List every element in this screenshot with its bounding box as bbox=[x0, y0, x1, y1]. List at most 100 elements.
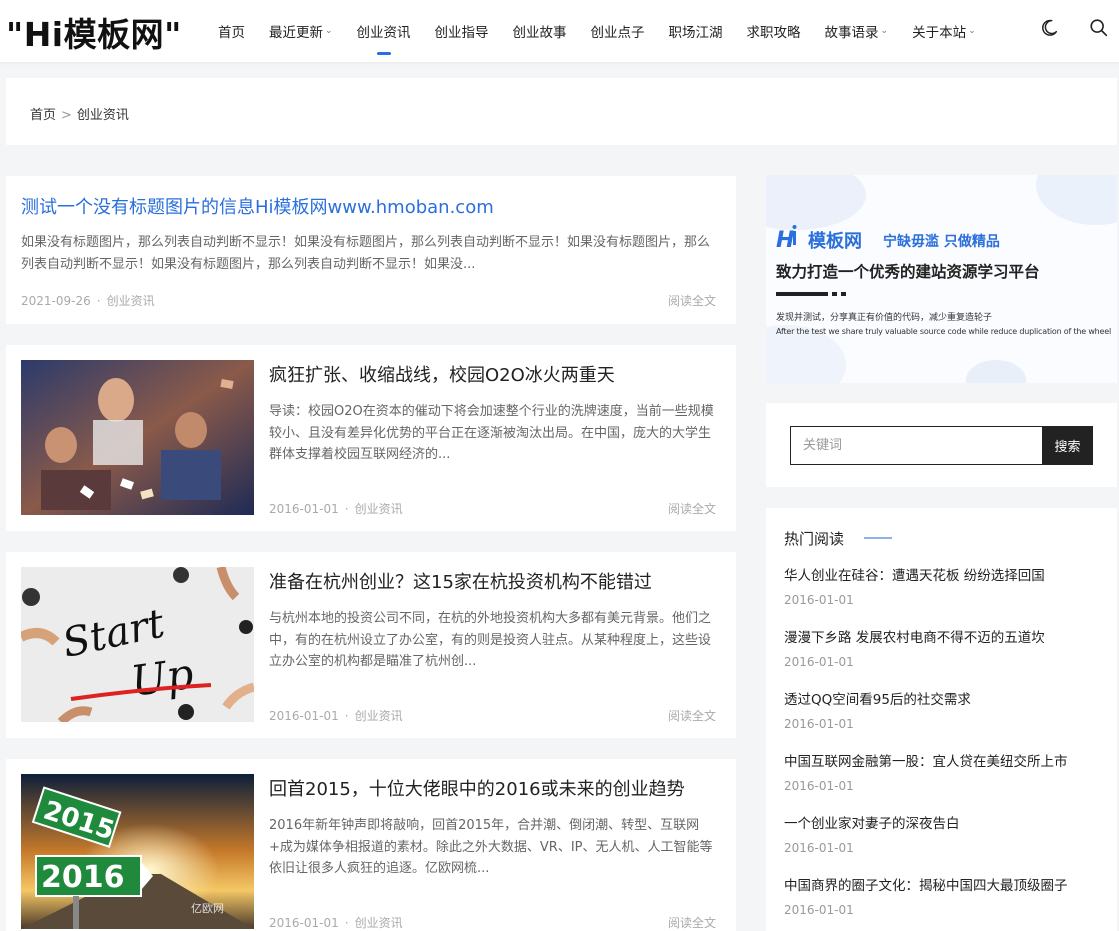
breadcrumb-current[interactable]: 创业资讯 bbox=[77, 108, 129, 123]
hot-read-date: 2016-01-01 bbox=[784, 655, 854, 669]
article-meta: 2016-01-01 · 创业资讯 bbox=[269, 707, 403, 724]
article-title[interactable]: 疯狂扩张、收缩战线，校园O2O冰火两重天 bbox=[269, 361, 615, 387]
hot-read-date: 2016-01-01 bbox=[784, 717, 854, 731]
article-category[interactable]: 创业资讯 bbox=[355, 916, 403, 930]
moon-icon[interactable] bbox=[1038, 17, 1060, 39]
banner-headline: 致力打造一个优秀的建站资源学习平台 bbox=[776, 263, 1040, 281]
article-card: 疯狂扩张、收缩战线，校园O2O冰火两重天 导读：校园O2O在资本的催动下将会加速… bbox=[6, 345, 736, 531]
article-excerpt: 2016年新年钟声即将敲响，回首2015年，合并潮、倒闭潮、转型、互联网+成为媒… bbox=[269, 818, 713, 876]
svg-text:H: H bbox=[776, 228, 794, 253]
nav-item-startup-news[interactable]: 创业资讯 bbox=[356, 21, 411, 55]
nav-item-quotes[interactable]: 故事语录 ⌄ bbox=[825, 21, 889, 41]
nav-label: 创业资讯 bbox=[356, 25, 411, 41]
article-title[interactable]: 回首2015，十位大佬眼中的2016或未来的创业趋势 bbox=[269, 775, 685, 801]
hot-read-date: 2016-01-01 bbox=[784, 779, 854, 793]
title-underline bbox=[864, 537, 892, 539]
hot-read-title[interactable]: 中国互联网金融第一股：宜人贷在美纽交所上市 bbox=[784, 750, 1068, 770]
hot-read-title[interactable]: 透过QQ空间看95后的社交需求 bbox=[784, 688, 971, 708]
nav-item-job-tips[interactable]: 求职攻略 bbox=[747, 21, 801, 41]
search-button[interactable]: 搜索 bbox=[1042, 426, 1093, 465]
article-date: 2016-01-01 bbox=[269, 916, 339, 930]
hot-read-item: 华人创业在硅谷：遭遇天花板 纷纷选择回国 2016-01-01 bbox=[784, 564, 1045, 607]
article-card: 测试一个没有标题图片的信息Hi模板网www.hmoban.com 如果没有标题图… bbox=[6, 176, 736, 324]
hot-reads-title: 热门阅读 bbox=[784, 530, 845, 548]
nav-label: 创业点子 bbox=[590, 25, 645, 41]
hot-read-item: 漫漫下乡路 发展农村电商不得不迈的五道坎 2016-01-01 bbox=[784, 626, 1045, 669]
chevron-down-icon: ⌄ bbox=[325, 26, 333, 36]
hot-read-title[interactable]: 中国商界的圈子文化：揭秘中国四大最顶级圈子 bbox=[784, 874, 1068, 894]
read-more-link[interactable]: 阅读全文 bbox=[668, 707, 716, 724]
chevron-down-icon: ⌄ bbox=[968, 26, 976, 36]
search-input[interactable] bbox=[790, 426, 1042, 465]
hot-read-title[interactable]: 华人创业在硅谷：遭遇天花板 纷纷选择回国 bbox=[784, 564, 1045, 584]
nav-label: 故事语录 bbox=[824, 25, 879, 41]
chevron-down-icon: ⌄ bbox=[880, 26, 889, 36]
article-card: 2015 2016 亿欧网 回首2015，十位大佬眼中的2016或未来的创业趋势… bbox=[6, 759, 736, 931]
meta-dot: · bbox=[96, 294, 101, 308]
hot-read-date: 2016-01-01 bbox=[784, 593, 854, 607]
nav-item-home[interactable]: 首页 bbox=[218, 21, 245, 41]
meta-dot: · bbox=[344, 916, 349, 930]
breadcrumb-separator: > bbox=[61, 108, 72, 123]
read-more-link[interactable]: 阅读全文 bbox=[668, 500, 716, 517]
nav-item-startup-guide[interactable]: 创业指导 bbox=[435, 21, 489, 41]
nav-label: 关于本站 bbox=[912, 25, 967, 41]
nav-item-startup-ideas[interactable]: 创业点子 bbox=[591, 21, 645, 41]
search-icon[interactable] bbox=[1088, 17, 1110, 39]
thumbnail-text-2016: 2016 bbox=[41, 860, 125, 895]
promo-banner[interactable]: H 模板网 宁缺毋滥 只做精品 致力打造一个优秀的建站资源学习平台 发现并测试，… bbox=[766, 175, 1117, 383]
hot-read-title[interactable]: 一个创业家对妻子的深夜告白 bbox=[784, 812, 960, 832]
thumbnail-text-up: Up bbox=[128, 649, 197, 706]
thumbnail-watermark: 亿欧网 bbox=[191, 902, 224, 915]
hot-read-item: 透过QQ空间看95后的社交需求 2016-01-01 bbox=[784, 688, 971, 731]
article-title[interactable]: 准备在杭州创业？这15家在杭投资机构不能错过 bbox=[269, 568, 652, 594]
nav-label: 创业指导 bbox=[434, 25, 489, 41]
read-more-link[interactable]: 阅读全文 bbox=[668, 914, 716, 931]
hot-reads-widget: 热门阅读 华人创业在硅谷：遭遇天花板 纷纷选择回国 2016-01-01 漫漫下… bbox=[766, 508, 1117, 931]
nav-label: 最近更新 bbox=[269, 25, 323, 41]
site-logo[interactable]: "Hi模板网" bbox=[6, 8, 182, 56]
banner-subtitle-cn: 发现并测试，分享真正有价值的代码，减少重复造轮子 bbox=[776, 313, 993, 323]
nav-item-about[interactable]: 关于本站 ⌄ bbox=[912, 21, 976, 41]
nav-label: 首页 bbox=[218, 25, 245, 41]
nav-item-startup-stories[interactable]: 创业故事 bbox=[513, 21, 567, 41]
article-meta: 2016-01-01 · 创业资讯 bbox=[269, 914, 403, 931]
hot-read-item: 一个创业家对妻子的深夜告白 2016-01-01 bbox=[784, 812, 960, 855]
banner-slogan: 宁缺毋滥 只做精品 bbox=[883, 234, 1000, 250]
hot-read-item: 中国互联网金融第一股：宜人贷在美纽交所上市 2016-01-01 bbox=[784, 750, 1068, 793]
article-thumbnail[interactable]: Start Up bbox=[21, 567, 254, 722]
article-excerpt: 与杭州本地的投资公司不同，在杭的外地投资机构大多都有美元背景。他们之中，有的在杭… bbox=[269, 611, 712, 669]
article-thumbnail[interactable] bbox=[21, 360, 254, 515]
main-nav: 首页 最近更新 ⌄ 创业资讯 创业指导 创业故事 创业点子 职场江湖 求职攻略 故… bbox=[218, 0, 1000, 62]
hot-read-title[interactable]: 漫漫下乡路 发展农村电商不得不迈的五道坎 bbox=[784, 626, 1045, 646]
banner-brand: 模板网 bbox=[808, 231, 862, 252]
site-header: "Hi模板网" 首页 最近更新 ⌄ 创业资讯 创业指导 创业故事 创业点子 职场江… bbox=[0, 0, 1119, 62]
read-more-link[interactable]: 阅读全文 bbox=[668, 292, 716, 309]
article-date: 2016-01-01 bbox=[269, 502, 339, 516]
breadcrumb: 首页 > 创业资讯 bbox=[30, 104, 129, 123]
search-widget: 搜索 bbox=[766, 403, 1117, 487]
article-excerpt: 如果没有标题图片，那么列表自动判断不显示！如果没有标题图片，那么列表自动判断不显… bbox=[21, 235, 711, 272]
article-category[interactable]: 创业资讯 bbox=[355, 709, 403, 723]
hot-read-date: 2016-01-01 bbox=[784, 903, 854, 917]
nav-item-workplace[interactable]: 职场江湖 bbox=[669, 21, 723, 41]
article-thumbnail[interactable]: 2015 2016 亿欧网 bbox=[21, 774, 254, 929]
article-meta: 2016-01-01 · 创业资讯 bbox=[269, 500, 403, 517]
hot-read-date: 2016-01-01 bbox=[784, 841, 854, 855]
banner-subtitle-en: After the test we share truly valuable s… bbox=[776, 327, 1112, 336]
nav-label: 职场江湖 bbox=[668, 25, 723, 41]
article-category[interactable]: 创业资讯 bbox=[355, 502, 403, 516]
meta-dot: · bbox=[344, 502, 349, 516]
article-date: 2016-01-01 bbox=[269, 709, 339, 723]
hot-read-item: 中国商界的圈子文化：揭秘中国四大最顶级圈子 2016-01-01 bbox=[784, 874, 1068, 917]
nav-label: 创业故事 bbox=[512, 25, 567, 41]
article-excerpt: 导读：校园O2O在资本的催动下将会加速整个行业的洗牌速度，当前一些规模较小、且没… bbox=[269, 404, 714, 462]
nav-item-recent[interactable]: 最近更新 ⌄ bbox=[269, 21, 333, 41]
article-date: 2021-09-26 bbox=[21, 294, 91, 308]
article-card: Start Up 准备在杭州创业？这15家在杭投资机构不能错过 与杭州本地的投资… bbox=[6, 552, 736, 738]
nav-label: 求职攻略 bbox=[746, 25, 801, 41]
article-title[interactable]: 测试一个没有标题图片的信息Hi模板网www.hmoban.com bbox=[21, 193, 494, 219]
breadcrumb-home[interactable]: 首页 bbox=[30, 108, 56, 123]
meta-dot: · bbox=[344, 709, 349, 723]
article-category[interactable]: 创业资讯 bbox=[107, 294, 155, 308]
